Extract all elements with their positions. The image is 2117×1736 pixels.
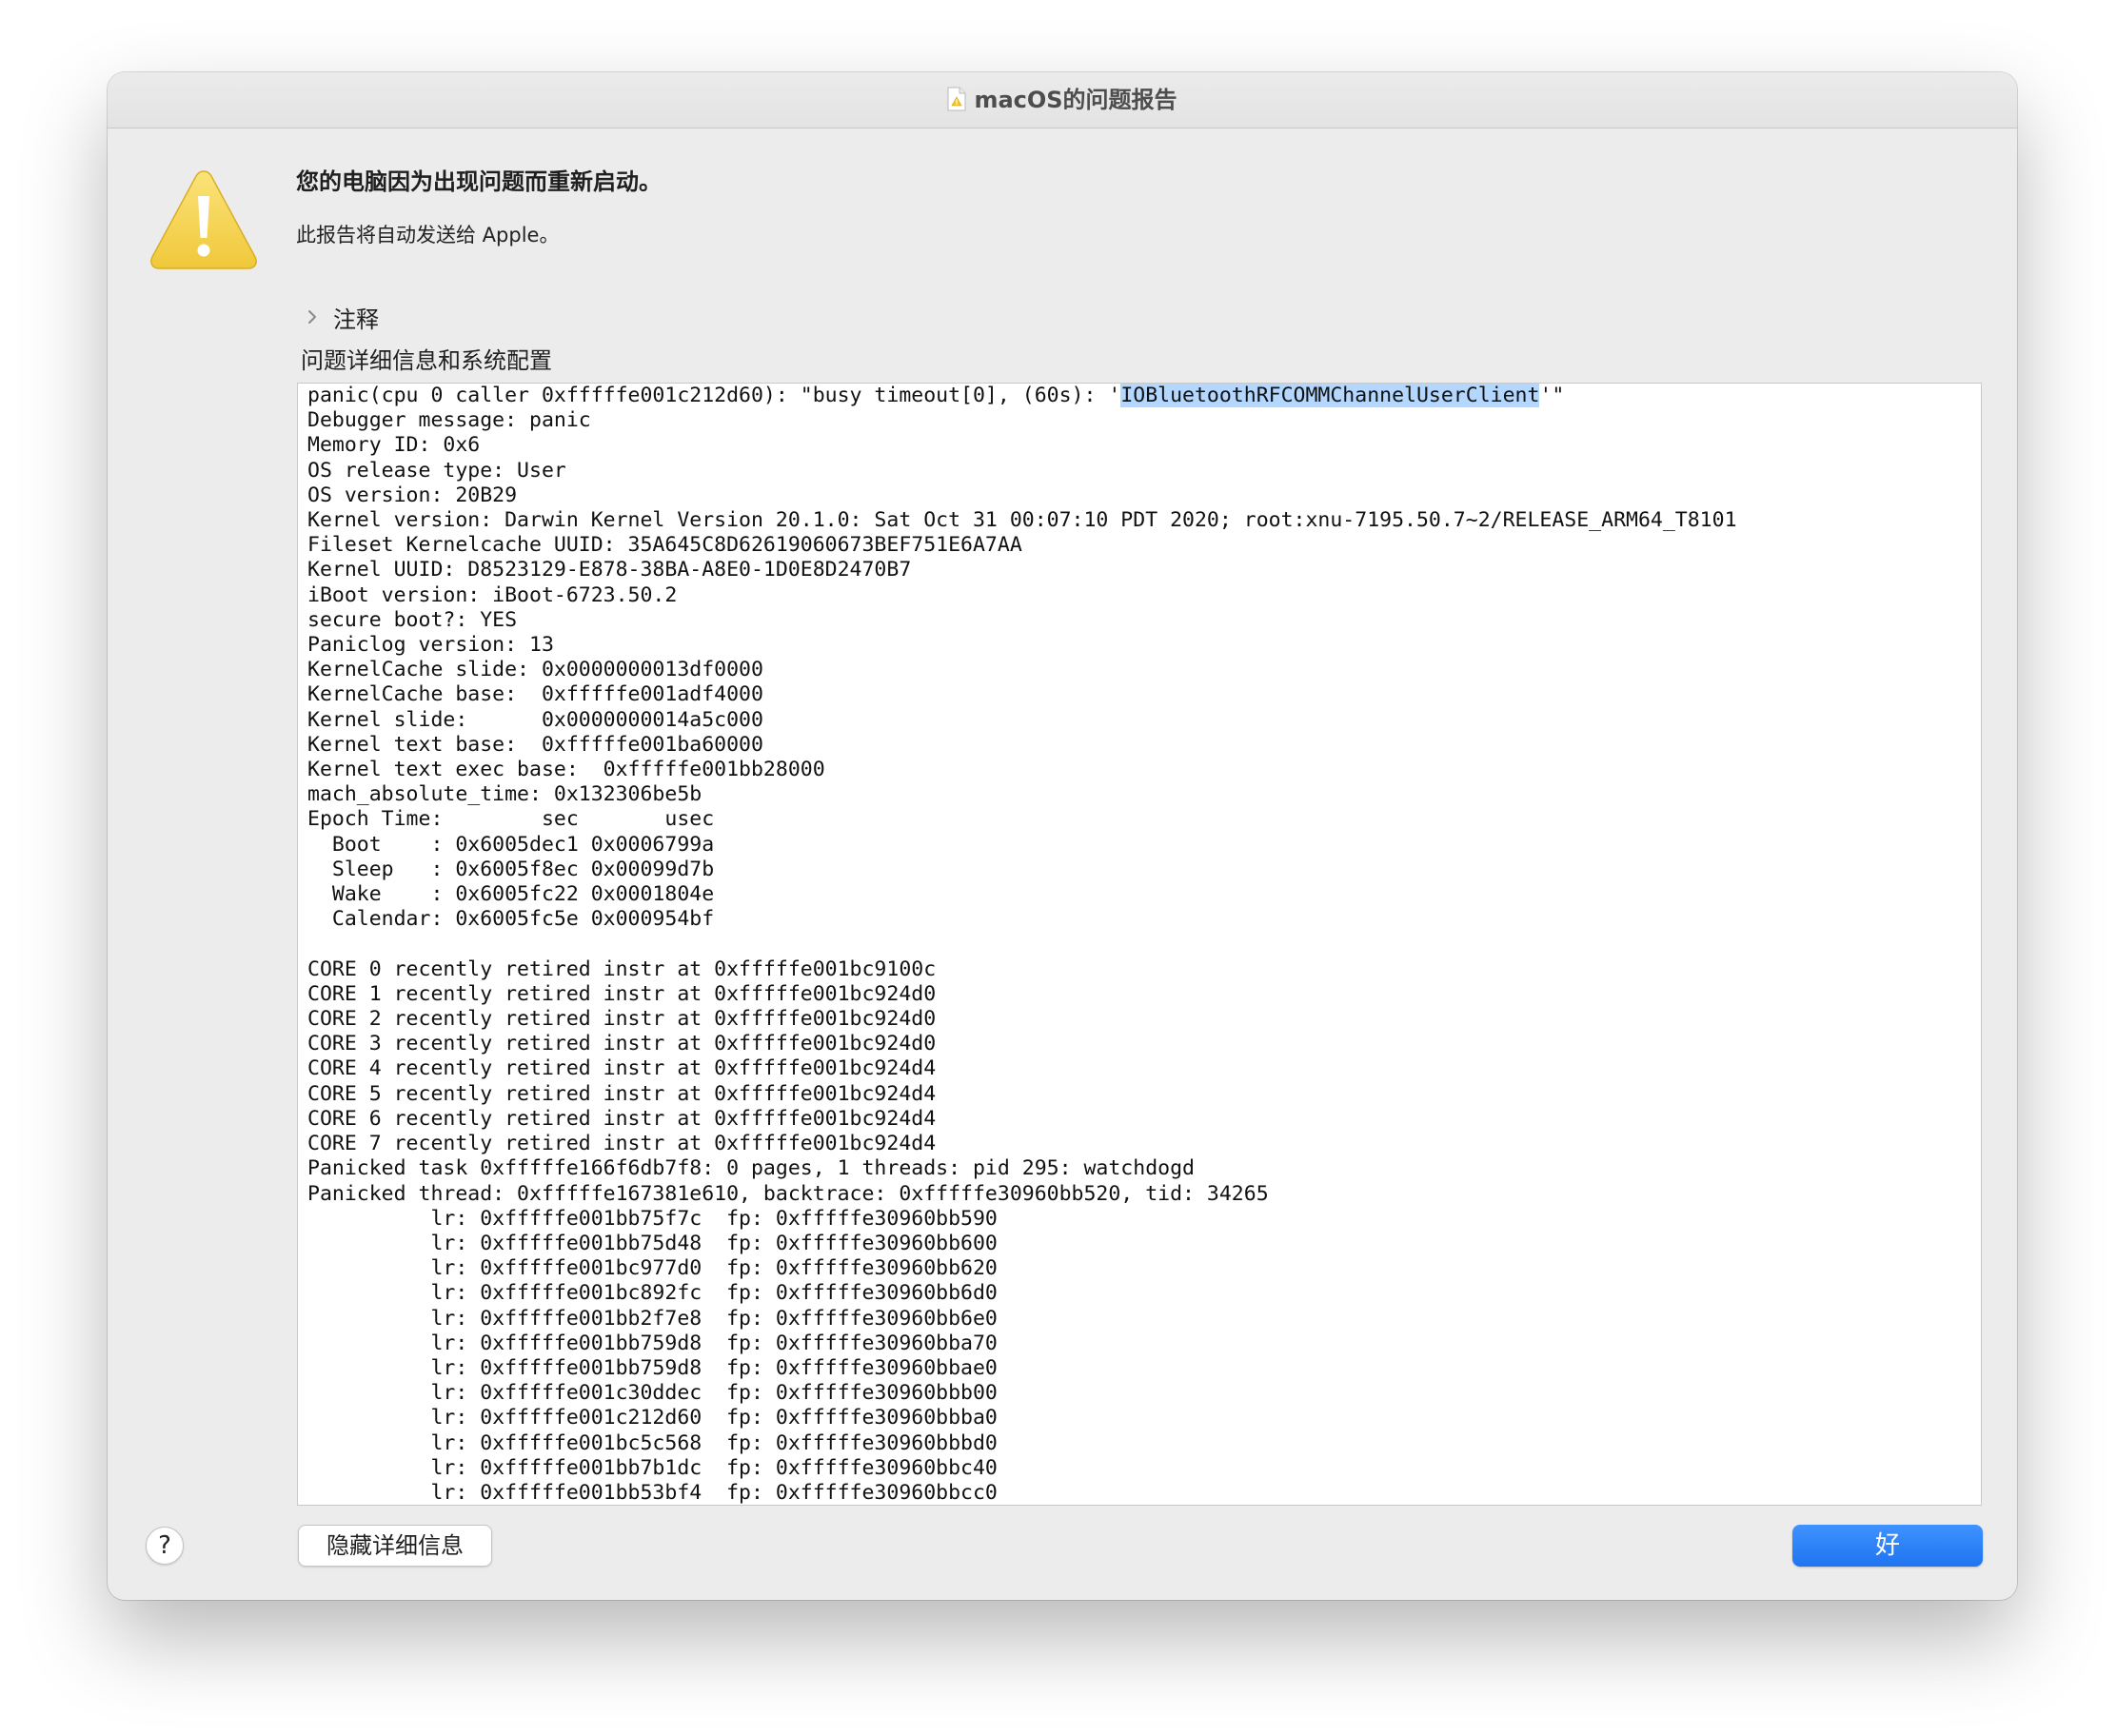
chevron-right-icon — [308, 310, 316, 324]
warning-triangle-icon — [150, 170, 257, 269]
problem-details-textview[interactable]: panic(cpu 0 caller 0xfffffe001c212d60): … — [297, 383, 1982, 1506]
first-line-suffix: '" — [1539, 384, 1565, 407]
title-bar-content: macOS的问题报告 — [108, 86, 2017, 114]
document-warning-icon — [947, 87, 966, 111]
ok-button[interactable]: 好 — [1792, 1525, 1983, 1567]
selected-text[interactable]: IOBluetoothRFCOMMChannelUserClient — [1120, 384, 1540, 407]
hide-details-button[interactable]: 隐藏详细信息 — [298, 1525, 492, 1567]
report-log-text[interactable]: Debugger message: panic Memory ID: 0x6 O… — [298, 408, 1981, 1505]
first-line-prefix: panic(cpu 0 caller 0xfffffe001c212d60): … — [307, 384, 1121, 407]
alert-heading: 您的电脑因为出现问题而重新启动。 — [296, 168, 662, 195]
title-bar[interactable]: macOS的问题报告 — [108, 72, 2017, 128]
report-dialog-window: macOS的问题报告 您的电脑因为出现问题而重新启动。 此报告将自动发送给 Ap… — [108, 72, 2017, 1600]
alert-subtext: 此报告将自动发送给 Apple。 — [296, 224, 560, 247]
help-button[interactable]: ? — [146, 1527, 184, 1565]
details-section-label: 问题详细信息和系统配置 — [301, 347, 552, 374]
comments-label: 注释 — [333, 306, 379, 333]
comments-disclosure[interactable]: 注释 — [303, 301, 379, 333]
report-first-line: panic(cpu 0 caller 0xfffffe001c212d60): … — [298, 384, 1981, 408]
window-title: macOS的问题报告 — [974, 87, 1177, 113]
